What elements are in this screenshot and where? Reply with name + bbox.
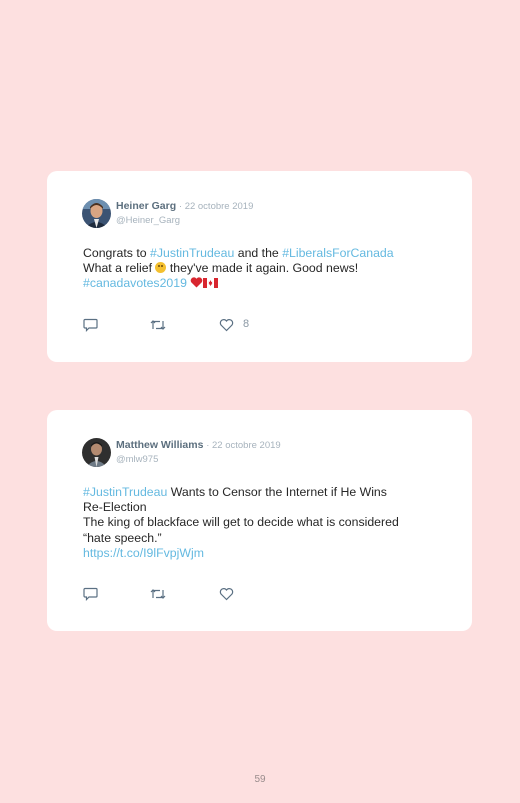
tweet-line: #canadavotes2019 bbox=[83, 276, 454, 291]
tweet-card: Heiner Garg · 22 octobre 2019 @Heiner_Ga… bbox=[47, 171, 472, 362]
text-segment: What a relief bbox=[83, 261, 156, 276]
hashtag-link[interactable]: #LiberalsForCanada bbox=[282, 246, 393, 260]
avatar[interactable] bbox=[82, 199, 111, 228]
tweet-link[interactable]: https://t.co/I9lFvpjWjm bbox=[83, 546, 454, 561]
tweet-text: #JustinTrudeau Wants to Censor the Inter… bbox=[83, 485, 454, 561]
tweet-line: #JustinTrudeau Wants to Censor the Inter… bbox=[83, 485, 454, 500]
tweet-line: What a relief they've made it again. Goo… bbox=[83, 261, 454, 276]
tweet-text: Congrats to #JustinTrudeau and the #Libe… bbox=[83, 246, 454, 292]
tweet-line: The king of blackface will get to decide… bbox=[83, 515, 399, 530]
reply-icon[interactable] bbox=[83, 318, 98, 332]
tweet-handle-row: @mlw975 bbox=[116, 453, 452, 466]
tweet-line: Congrats to #JustinTrudeau and the #Libe… bbox=[83, 246, 454, 261]
tweet-date[interactable]: · 22 octobre 2019 bbox=[206, 440, 280, 451]
reply-icon[interactable] bbox=[83, 587, 98, 601]
heart-emoji bbox=[190, 276, 203, 290]
tweet-line: “hate speech.” bbox=[83, 530, 162, 545]
tweet-card: Matthew Williams · 22 octobre 2019 @mlw9… bbox=[47, 410, 472, 631]
tweet-handle-row: @Heiner_Garg bbox=[116, 214, 452, 227]
author-handle[interactable]: @Heiner_Garg bbox=[116, 215, 180, 226]
tweet-line: Re-Election bbox=[83, 500, 147, 515]
retweet-icon[interactable] bbox=[150, 587, 166, 601]
tweet-header: Heiner Garg · 22 octobre 2019 bbox=[116, 200, 452, 213]
tweet-date[interactable]: · 22 octobre 2019 bbox=[179, 201, 253, 212]
author-name[interactable]: Matthew Williams bbox=[116, 439, 203, 451]
hashtag-link[interactable]: #canadavotes2019 bbox=[83, 276, 187, 290]
like-icon[interactable] bbox=[219, 587, 234, 601]
avatar[interactable] bbox=[82, 438, 111, 467]
text-segment: they've made it again. Good news! bbox=[166, 261, 359, 276]
hashtag-link[interactable]: #JustinTrudeau bbox=[150, 246, 234, 260]
retweet-icon[interactable] bbox=[150, 318, 166, 332]
tweet-header: Matthew Williams · 22 octobre 2019 bbox=[116, 439, 452, 452]
grinning-face-emoji bbox=[155, 262, 167, 274]
like-count: 8 bbox=[243, 318, 250, 330]
text-segment: Wants to Censor the Internet if He Wins bbox=[167, 485, 387, 499]
text-segment: and the bbox=[234, 246, 283, 260]
page-number: 59 bbox=[254, 774, 266, 785]
author-name[interactable]: Heiner Garg bbox=[116, 200, 176, 212]
like-icon[interactable] bbox=[219, 318, 234, 332]
hashtag-link[interactable]: #JustinTrudeau bbox=[83, 485, 167, 499]
author-handle[interactable]: @mlw975 bbox=[116, 454, 158, 465]
canada-flag-emoji bbox=[203, 276, 219, 290]
text-segment: Congrats to bbox=[83, 246, 150, 260]
